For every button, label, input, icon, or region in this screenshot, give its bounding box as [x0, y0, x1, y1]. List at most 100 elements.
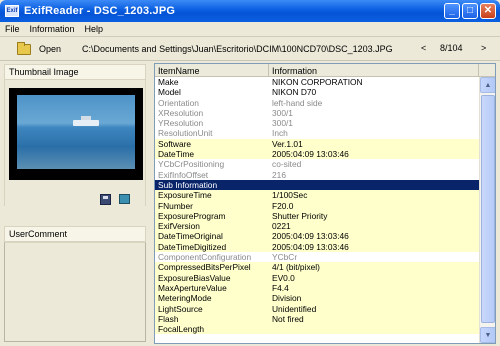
menu-information[interactable]: Information [25, 24, 80, 34]
information-cell: Inch [272, 128, 288, 139]
information-cell: Shutter Priority [272, 210, 328, 221]
information-cell: 300/1 [272, 107, 293, 118]
item-name-cell: XResolution [158, 107, 204, 118]
information-cell: Division [272, 293, 302, 304]
information-cell: F20.0 [272, 200, 294, 211]
item-name-cell: Orientation [158, 97, 199, 108]
table-row[interactable]: ExposureBiasValue EV0.0 [155, 272, 480, 283]
table-row[interactable]: YResolution 300/1 [155, 118, 480, 128]
item-name-cell: FNumber [158, 200, 193, 211]
table-row[interactable]: YCbCrPositioning co-sited [155, 159, 480, 169]
thumbnail-image [17, 95, 135, 169]
item-name-cell: YCbCrPositioning [158, 159, 225, 170]
file-counter: 8/104 [440, 43, 463, 53]
information-cell: 0221 [272, 221, 291, 232]
maximize-button[interactable]: □ [462, 3, 478, 19]
item-name-cell: DateTimeDigitized [158, 241, 227, 252]
information-cell: EV0.0 [272, 272, 295, 283]
item-name-cell: ResolutionUnit [158, 128, 213, 139]
vertical-scrollbar[interactable]: ▲ ▼ [479, 77, 495, 343]
item-name-cell: ExposureProgram [158, 210, 226, 221]
information-cell: NIKON CORPORATION [272, 77, 363, 87]
thumbnail-header: Thumbnail Image [4, 64, 146, 80]
information-cell: YCbCr [272, 252, 298, 263]
item-name-cell: MaxApertureValue [158, 282, 227, 293]
item-name-cell: DateTime [158, 149, 194, 160]
scroll-thumb[interactable] [481, 95, 495, 323]
information-cell: 2005:04:09 13:03:46 [272, 241, 349, 252]
copy-thumbnail-icon[interactable] [119, 194, 130, 204]
table-row[interactable]: ExifVersion 0221 [155, 221, 480, 232]
information-cell [269, 180, 480, 190]
item-name-cell: YResolution [158, 118, 204, 129]
table-row[interactable]: FNumber F20.0 [155, 200, 480, 211]
table-row[interactable]: DateTimeOriginal 2005:04:09 13:03:46 [155, 231, 480, 242]
item-name-cell: Model [158, 87, 181, 98]
open-button[interactable]: Open [14, 40, 64, 58]
table-row[interactable]: ExifInfoOffset 216 [155, 170, 480, 180]
item-name-cell: Sub Information [158, 179, 218, 190]
menu-file[interactable]: File [0, 24, 25, 34]
item-name-cell: ExposureBiasValue [158, 272, 231, 283]
information-cell: co-sited [272, 159, 302, 170]
user-comment-header: UserComment [4, 226, 146, 242]
left-panel: Thumbnail Image UserComment [4, 64, 146, 344]
information-cell: F4.4 [272, 282, 289, 293]
column-header-information[interactable]: Information [269, 64, 479, 77]
table-row[interactable]: Make NIKON CORPORATION [155, 77, 480, 88]
item-name-cell: FocalLength [158, 324, 205, 335]
section-row[interactable]: Sub Information [155, 179, 480, 191]
exif-table[interactable]: ItemName Information Make NIKON CORPORATI… [154, 63, 496, 344]
user-comment-field[interactable] [4, 242, 146, 342]
table-row[interactable]: ComponentConfiguration YCbCr [155, 252, 480, 262]
table-row[interactable]: CompressedBitsPerPixel 4/1 (bit/pixel) [155, 262, 480, 273]
information-cell: Not fired [272, 313, 304, 324]
information-cell: Ver.1.01 [272, 138, 303, 149]
table-rows: Make NIKON CORPORATION Model NIKON D70 Orien… [155, 77, 480, 335]
table-row[interactable]: Orientation left-hand side [155, 98, 480, 108]
menu-bar: File Information Help [0, 22, 500, 37]
next-file-button[interactable]: > [481, 43, 486, 53]
table-row[interactable]: Software Ver.1.01 [155, 138, 480, 150]
menu-help[interactable]: Help [80, 24, 109, 34]
table-row[interactable]: Model NIKON D70 [155, 87, 480, 98]
table-row[interactable]: DateTime 2005:04:09 13:03:46 [155, 149, 480, 160]
table-header: ItemName Information [155, 64, 495, 77]
scroll-down-button[interactable]: ▼ [480, 327, 495, 343]
table-row[interactable]: ExposureTime 1/100Sec [155, 190, 480, 201]
file-path: C:\Documents and Settings\Juan\Escritori… [82, 44, 393, 54]
table-row[interactable]: ResolutionUnit Inch [155, 128, 480, 138]
thumbnail-frame [9, 88, 143, 180]
information-cell: 1/100Sec [272, 190, 308, 201]
column-header-itemname[interactable]: ItemName [155, 64, 269, 77]
information-cell: 216 [272, 169, 286, 180]
table-row[interactable]: ExposureProgram Shutter Priority [155, 210, 480, 222]
table-row[interactable]: LightSource Unidentified [155, 303, 480, 314]
toolbar: Open C:\Documents and Settings\Juan\Escr… [0, 38, 500, 61]
item-name-cell: ComponentConfiguration [158, 252, 252, 263]
thumbnail-actions [100, 194, 130, 205]
table-row[interactable]: Flash Not fired [155, 313, 480, 325]
information-cell: 300/1 [272, 118, 293, 129]
window-title: ExifReader - DSC_1203.JPG [24, 5, 176, 17]
item-name-cell: ExifVersion [158, 221, 200, 232]
information-cell: Unidentified [272, 303, 317, 314]
previous-file-button[interactable]: < [421, 43, 426, 53]
table-row[interactable]: MeteringMode Division [155, 293, 480, 304]
table-row[interactable]: DateTimeDigitized 2005:04:09 13:03:46 [155, 241, 480, 253]
thumbnail-area [4, 80, 146, 206]
open-button-label: Open [39, 44, 62, 54]
item-name-cell: Flash [158, 313, 179, 324]
table-row[interactable]: FocalLength [155, 324, 480, 335]
exif-app-icon: Exif [5, 5, 19, 17]
minimize-button[interactable]: _ [444, 3, 460, 19]
information-cell: 2005:04:09 13:03:46 [272, 231, 349, 242]
save-thumbnail-icon[interactable] [100, 194, 111, 205]
table-row[interactable]: XResolution 300/1 [155, 108, 480, 118]
item-name-cell: ExifInfoOffset [158, 169, 209, 180]
title-bar[interactable]: Exif ExifReader - DSC_1203.JPG _ □ ✕ [0, 0, 500, 22]
window-controls: _ □ ✕ [444, 3, 496, 19]
scroll-up-button[interactable]: ▲ [480, 77, 495, 93]
table-row[interactable]: MaxApertureValue F4.4 [155, 282, 480, 294]
close-button[interactable]: ✕ [480, 3, 496, 19]
